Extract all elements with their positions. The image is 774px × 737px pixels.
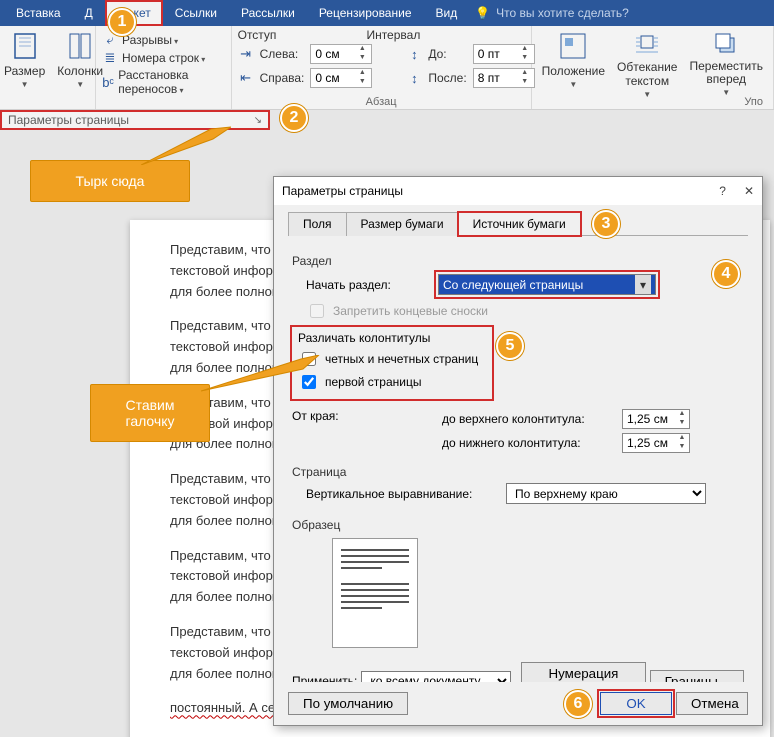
section-start-value: Со следующей страницы xyxy=(443,278,583,292)
callout-badge-3 xyxy=(592,210,620,238)
callout-badge-4 xyxy=(712,260,740,288)
spacing-before-spinner[interactable]: ▲▼ xyxy=(473,44,535,64)
tab-paper-source[interactable]: Источник бумаги xyxy=(458,212,581,236)
indent-right-spinner[interactable]: ▲▼ xyxy=(310,68,372,88)
spacing-after-spinner[interactable]: ▲▼ xyxy=(473,68,535,88)
tab-references[interactable]: Ссылки xyxy=(163,0,229,26)
dialog-title-text: Параметры страницы xyxy=(282,184,403,198)
callout-badge-6 xyxy=(564,690,592,718)
tab-review[interactable]: Рецензирование xyxy=(307,0,424,26)
dialog-tabs: Поля Размер бумаги Источник бумаги xyxy=(288,211,748,236)
indent-left-icon: ⇥ xyxy=(238,46,254,62)
paragraph-group-title: Абзац xyxy=(238,94,525,108)
hyphenation-button[interactable]: bᶜ Расстановка переносов ▾ xyxy=(102,68,225,96)
help-icon[interactable]: ? xyxy=(719,184,726,198)
callout-badge-2 xyxy=(280,104,308,132)
first-page-label: первой страницы xyxy=(325,375,421,389)
odd-even-checkbox[interactable]: четных и нечетных страниц xyxy=(298,349,486,369)
tab-design[interactable]: Д xyxy=(73,0,105,26)
section-start-label: Начать раздел: xyxy=(306,278,391,292)
first-page-checkbox[interactable]: первой страницы xyxy=(298,372,486,392)
ribbon: Размер ▼ Колонки ▼ ⤶ Разрывы ▾ ≣ Номера … xyxy=(0,26,774,110)
valign-combo[interactable]: По верхнему краю xyxy=(506,483,706,504)
callout-2: Тырк сюда xyxy=(30,160,190,202)
tell-me-label: Что вы хотите сделать? xyxy=(496,6,629,20)
page-setup-dialog: Параметры страницы ? ✕ Поля Размер бумаг… xyxy=(273,176,763,726)
page-section-header: Страница xyxy=(292,465,744,479)
indent-left-label: Слева: xyxy=(260,47,305,61)
indent-right-icon: ⇤ xyxy=(238,70,254,86)
to-footer-label: до нижнего колонтитула: xyxy=(442,436,612,450)
chevron-down-icon: ▾ xyxy=(635,275,651,294)
wrap-text-button[interactable]: Обтекание текстом ▼ xyxy=(613,28,681,92)
bring-forward-icon xyxy=(710,30,742,58)
tab-fields[interactable]: Поля xyxy=(288,212,347,236)
close-icon[interactable]: ✕ xyxy=(744,184,754,198)
odd-even-label: четных и нечетных страниц xyxy=(325,352,478,366)
forward-label: Переместить вперед xyxy=(689,60,763,86)
breaks-label: Разрывы xyxy=(122,33,172,47)
suppress-endnotes-label: Запретить концевые сноски xyxy=(333,304,488,318)
dialog-launcher-icon: ↘ xyxy=(254,115,262,126)
position-label: Положение xyxy=(542,64,605,78)
line-numbers-icon: ≣ xyxy=(102,50,118,66)
callout-2-text: Тырк сюда xyxy=(76,173,145,189)
page-size-icon xyxy=(9,30,41,62)
position-icon xyxy=(557,30,589,62)
callout-badge-5 xyxy=(496,332,524,360)
bulb-icon: 💡 xyxy=(475,6,490,20)
callout-badge-1 xyxy=(108,8,136,36)
wrap-label: Обтекание текстом xyxy=(617,60,677,88)
hyphenation-icon: bᶜ xyxy=(102,74,114,90)
line-numbers-label: Номера строк xyxy=(122,51,199,65)
indent-left-spinner[interactable]: ▲▼ xyxy=(310,44,372,64)
to-header-label: до верхнего колонтитула: xyxy=(442,412,612,426)
indent-right-label: Справа: xyxy=(260,71,305,85)
preview-header: Образец xyxy=(292,518,744,532)
chevron-down-icon: ▼ xyxy=(569,80,577,89)
footer-distance-spinner[interactable]: ▲▼ xyxy=(622,433,690,453)
spacing-before-label: До: xyxy=(428,47,466,61)
size-button[interactable]: Размер ▼ xyxy=(0,28,49,92)
size-label: Размер xyxy=(4,64,45,78)
spacing-after-icon: ↕ xyxy=(406,70,422,86)
callout-5: Ставим галочку xyxy=(90,384,210,442)
section-header: Раздел xyxy=(292,254,744,268)
spacing-header: Интервал xyxy=(366,28,420,42)
headers-footers-header: Различать колонтитулы xyxy=(298,331,486,345)
cancel-button[interactable]: Отмена xyxy=(676,692,748,715)
chevron-down-icon: ▼ xyxy=(21,80,29,89)
ok-button[interactable]: OK xyxy=(600,692,672,715)
preview-pane xyxy=(332,538,418,648)
indent-header: Отступ xyxy=(238,28,277,42)
tab-view[interactable]: Вид xyxy=(424,0,470,26)
default-button[interactable]: По умолчанию xyxy=(288,692,408,715)
suppress-endnotes-checkbox: Запретить концевые сноски xyxy=(306,301,744,321)
spacing-after-label: После: xyxy=(428,71,466,85)
tab-mailings[interactable]: Рассылки xyxy=(229,0,307,26)
callout-5-text: Ставим галочку xyxy=(125,397,174,429)
tab-paper-size[interactable]: Размер бумаги xyxy=(346,212,459,236)
valign-label: Вертикальное выравнивание: xyxy=(306,487,496,501)
tab-insert[interactable]: Вставка xyxy=(4,0,73,26)
spacing-before-icon: ↕ xyxy=(406,46,422,62)
page-setup-label: Параметры страницы xyxy=(8,113,129,127)
dialog-titlebar: Параметры страницы ? ✕ xyxy=(274,177,762,205)
wrap-icon xyxy=(631,30,663,58)
arrange-group-title: Упо xyxy=(538,94,767,108)
line-numbers-button[interactable]: ≣ Номера строк ▾ xyxy=(102,50,225,66)
section-start-combo[interactable]: Со следующей страницы ▾ xyxy=(438,274,656,295)
position-button[interactable]: Положение ▼ xyxy=(538,28,609,92)
header-distance-spinner[interactable]: ▲▼ xyxy=(622,409,690,429)
bring-forward-button[interactable]: Переместить вперед ▼ xyxy=(685,28,767,92)
chevron-down-icon: ▼ xyxy=(76,80,84,89)
columns-icon xyxy=(64,30,96,62)
from-edge-label: От края: xyxy=(292,405,362,423)
tell-me[interactable]: 💡 Что вы хотите сделать? xyxy=(475,6,629,20)
